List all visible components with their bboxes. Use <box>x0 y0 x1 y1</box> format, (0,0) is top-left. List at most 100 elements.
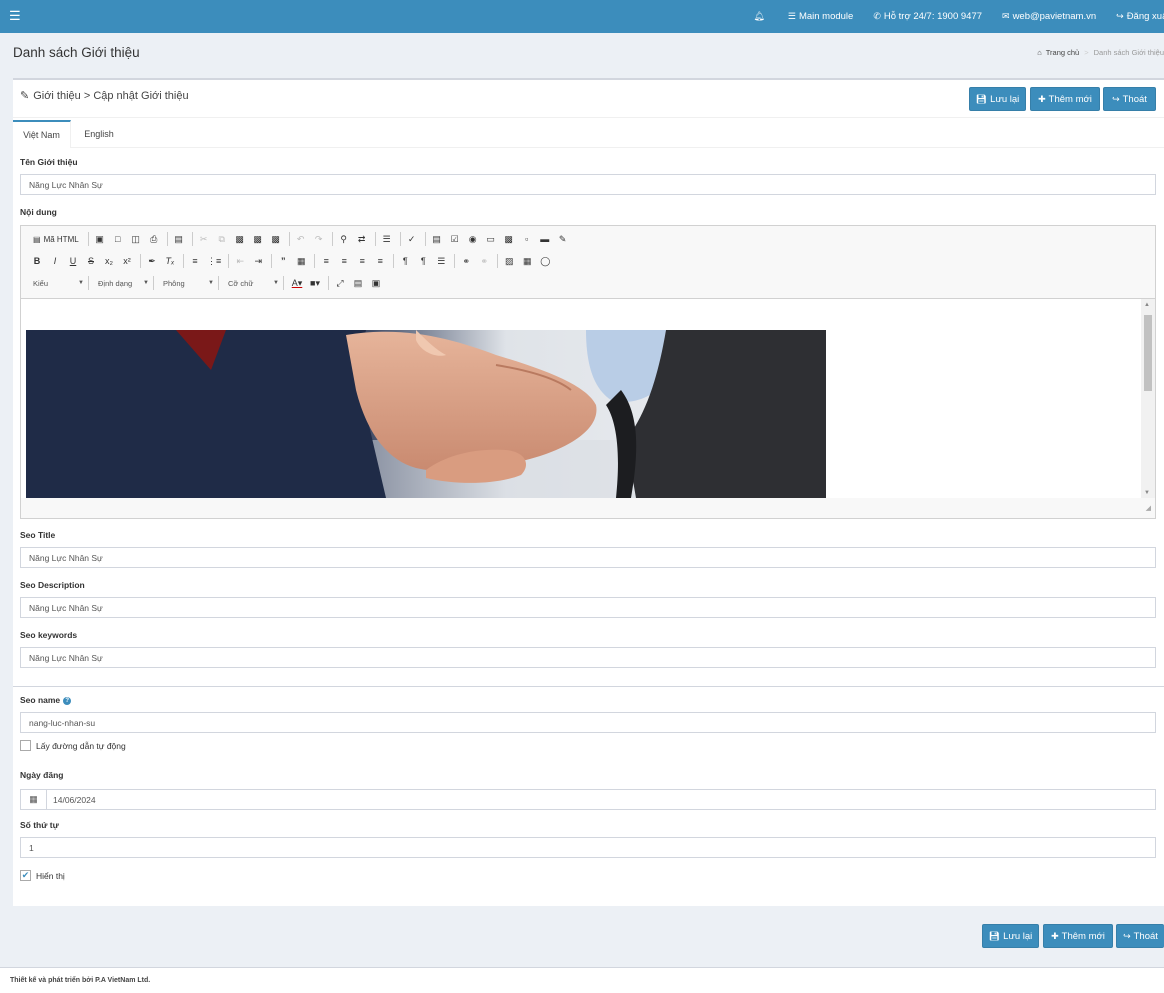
spellcheck-icon[interactable]: ✓ <box>404 231 420 247</box>
date-field[interactable]: ▦ 14/06/2024 <box>20 789 1156 810</box>
align-right-icon[interactable]: ≡ <box>354 253 370 269</box>
rtl-icon[interactable]: ¶ <box>415 253 431 269</box>
logout-link[interactable]: ↪Đăng xuất <box>1116 11 1164 22</box>
find-icon[interactable]: ⚲ <box>336 231 352 247</box>
source-button[interactable]: ▤ Mã HTML <box>29 231 83 247</box>
resize-grip-icon[interactable]: ◢ <box>1146 504 1151 512</box>
exit-button-bottom[interactable]: ↪ Thoát <box>1116 924 1164 948</box>
plus-icon: ✚ <box>1051 930 1059 941</box>
sign-out-icon: ↪ <box>1123 930 1131 941</box>
subscript-icon[interactable]: x₂ <box>101 253 117 269</box>
maximize-icon[interactable]: ⤢ <box>332 275 348 291</box>
numbered-list-icon[interactable]: ≡ <box>187 253 203 269</box>
show-blocks-icon[interactable]: ▤ <box>350 275 366 291</box>
copy-icon[interactable]: ⧉ <box>214 231 230 247</box>
undo-icon[interactable]: ↶ <box>293 231 309 247</box>
paste-word-icon[interactable]: ▩ <box>268 231 284 247</box>
seo-title-input[interactable]: Năng Lực Nhân Sự <box>20 547 1156 568</box>
align-center-icon[interactable]: ≡ <box>336 253 352 269</box>
div-container-icon[interactable]: ▦ <box>293 253 309 269</box>
print-icon[interactable]: ⎙ <box>146 231 162 247</box>
email-link[interactable]: ✉ web@pavietnam.vn <box>1002 11 1096 22</box>
seo-keywords-input[interactable]: Năng Lực Nhân Sự <box>20 647 1156 668</box>
format-combo[interactable]: Định dạng ▼ <box>94 276 154 290</box>
blockquote-icon[interactable]: ” <box>275 253 291 269</box>
floppy-icon: 💾︎ <box>975 93 988 104</box>
style-combo[interactable]: Kiểu ▼ <box>29 276 89 290</box>
name-input[interactable]: Năng Lực Nhân Sự <box>20 174 1156 195</box>
order-input[interactable]: 1 <box>20 837 1156 858</box>
save-button-bottom[interactable]: 💾︎ Lưu lại <box>982 924 1039 948</box>
exit-button-top[interactable]: ↪ Thoát <box>1103 87 1156 111</box>
new-page-icon[interactable]: □ <box>110 231 126 247</box>
date-input[interactable]: 14/06/2024 <box>47 790 1155 809</box>
text-color-icon[interactable]: A▾ <box>289 275 305 291</box>
editor-content-area[interactable]: ▲ ▼ <box>21 298 1155 498</box>
calendar-icon[interactable]: ▦ <box>21 790 47 809</box>
bg-color-icon[interactable]: ■▾ <box>307 275 323 291</box>
language-icon[interactable]: ☰ <box>433 253 449 269</box>
scrollbar-thumb[interactable] <box>1144 315 1152 391</box>
seo-name-input[interactable]: nang-luc-nhan-su <box>20 712 1156 733</box>
radio-icon[interactable]: ◉ <box>465 231 481 247</box>
templates-icon[interactable]: ▤ <box>171 231 187 247</box>
cut-icon[interactable]: ✂ <box>196 231 212 247</box>
breadcrumb-home[interactable]: Trang chủ <box>1046 48 1080 57</box>
main-module-link[interactable]: ☰ Main module <box>788 11 853 22</box>
about-icon[interactable]: ▣ <box>368 275 384 291</box>
bell-icon: 🔔︎ <box>753 11 765 21</box>
notifications-button[interactable]: 🔔︎ <box>753 11 767 22</box>
save-doc-icon[interactable]: ▣ <box>92 231 108 247</box>
save-button-top[interactable]: 💾︎ Lưu lại <box>969 87 1026 111</box>
font-combo[interactable]: Phông ▼ <box>159 276 219 290</box>
checkbox-checked[interactable]: ✔ <box>20 870 31 881</box>
link-icon[interactable]: ⚭ <box>458 253 474 269</box>
scroll-up-icon[interactable]: ▲ <box>1144 302 1150 308</box>
select-all-icon[interactable]: ☰ <box>379 231 395 247</box>
image-button-icon[interactable]: ✎ <box>555 231 571 247</box>
hamburger-icon[interactable]: ☰ <box>9 9 21 22</box>
checkbox-box[interactable] <box>20 740 31 751</box>
align-justify-icon[interactable]: ≡ <box>372 253 388 269</box>
form-icon[interactable]: ▤ <box>429 231 445 247</box>
tab-vietnam[interactable]: Việt Nam <box>13 120 71 148</box>
paste-text-icon[interactable]: ▩ <box>250 231 266 247</box>
image-icon[interactable]: ▨ <box>501 253 517 269</box>
editor-scrollbar[interactable]: ▲ ▼ <box>1141 299 1155 498</box>
add-label: Thêm mới <box>1061 930 1105 942</box>
superscript-icon[interactable]: x² <box>119 253 135 269</box>
underline-icon[interactable]: U <box>65 253 81 269</box>
indent-icon[interactable]: ⇥ <box>250 253 266 269</box>
align-left-icon[interactable]: ≡ <box>318 253 334 269</box>
strikethrough-icon[interactable]: S <box>83 253 99 269</box>
bulleted-list-icon[interactable]: ⋮≡ <box>205 253 223 269</box>
italic-icon[interactable]: I <box>47 253 63 269</box>
add-button-bottom[interactable]: ✚ Thêm mới <box>1043 924 1113 948</box>
iframe-icon[interactable]: ◯ <box>537 253 553 269</box>
tab-english[interactable]: English <box>71 120 127 148</box>
ltr-icon[interactable]: ¶ <box>397 253 413 269</box>
bold-icon[interactable]: B <box>29 253 45 269</box>
support-link[interactable]: ✆ Hỗ trợ 24/7: 1900 9477 <box>873 11 982 22</box>
textfield-icon[interactable]: ▭ <box>483 231 499 247</box>
table-icon[interactable]: ▦ <box>519 253 535 269</box>
checkbox-icon[interactable]: ☑ <box>447 231 463 247</box>
select-field-icon[interactable]: ▫ <box>519 231 535 247</box>
unlink-icon[interactable]: ⚭ <box>476 253 492 269</box>
replace-icon[interactable]: ⇄ <box>354 231 370 247</box>
preview-icon[interactable]: ◫ <box>128 231 144 247</box>
size-combo[interactable]: Cỡ chữ ▼ <box>224 276 284 290</box>
visible-checkbox[interactable]: ✔ Hiển thị <box>20 870 65 881</box>
copy-format-icon[interactable]: ✒ <box>144 253 160 269</box>
outdent-icon[interactable]: ⇤ <box>232 253 248 269</box>
add-button-top[interactable]: ✚ Thêm mới <box>1030 87 1100 111</box>
auto-path-checkbox[interactable]: Lấy đường dẫn tự động <box>20 740 126 751</box>
textarea-icon[interactable]: ▩ <box>501 231 517 247</box>
remove-format-icon[interactable]: Tₓ <box>162 253 178 269</box>
scroll-down-icon[interactable]: ▼ <box>1144 490 1150 496</box>
button-field-icon[interactable]: ▬ <box>537 231 553 247</box>
help-icon[interactable]: ? <box>63 696 72 705</box>
seo-description-input[interactable]: Năng Lực Nhân Sự <box>20 597 1156 618</box>
paste-icon[interactable]: ▩ <box>232 231 248 247</box>
redo-icon[interactable]: ↷ <box>311 231 327 247</box>
